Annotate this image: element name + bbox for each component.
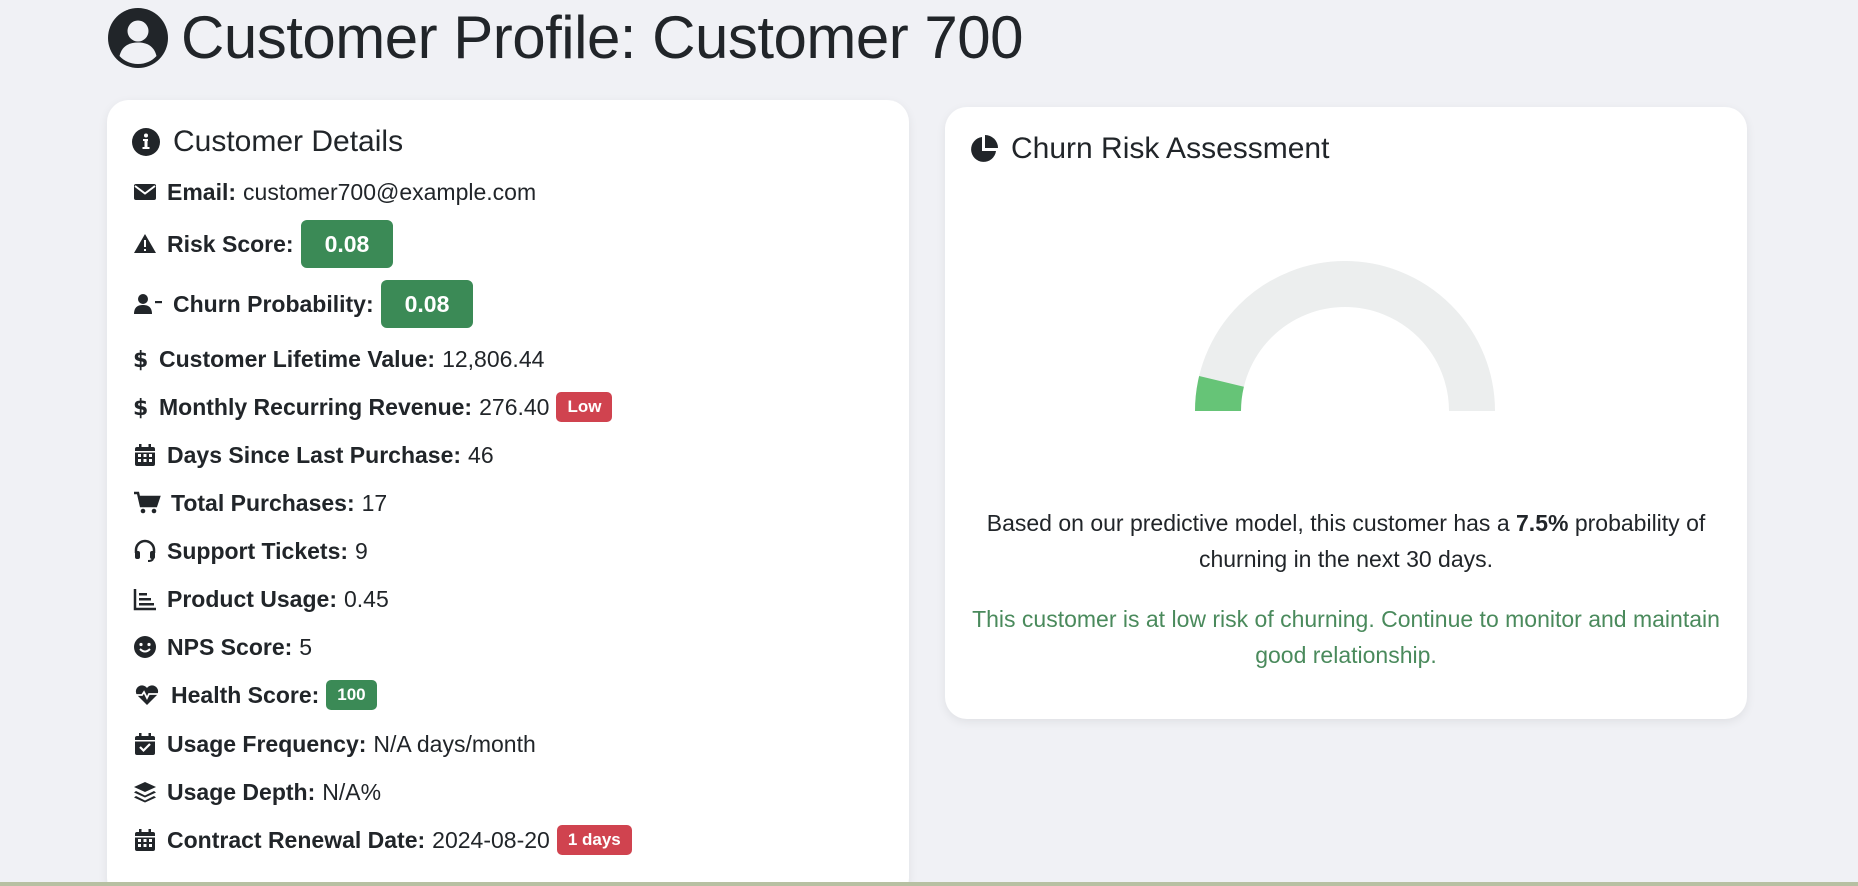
usage-frequency-label: Usage Frequency: (167, 731, 367, 757)
clv-value: 12,806.44 (442, 346, 545, 372)
product-usage-row: Product Usage: 0.45 (131, 584, 389, 614)
pie-chart-icon (971, 135, 998, 162)
email-label: Email: (167, 179, 237, 205)
envelope-icon (131, 179, 159, 205)
health-score-label: Health Score: (171, 682, 320, 708)
page-title: Customer Profile: Customer 700 (181, 4, 1024, 71)
support-tickets-label: Support Tickets: (167, 538, 349, 564)
nps-score-label: NPS Score: (167, 634, 293, 660)
total-purchases-value: 17 (361, 490, 388, 516)
churn-header: Churn Risk Assessment (969, 131, 1329, 167)
gauge-track (1195, 261, 1495, 412)
user-circle-icon (108, 8, 168, 68)
calendar-check-icon (131, 731, 159, 757)
nps-score-value: 5 (299, 634, 313, 660)
bottom-border (0, 882, 1858, 886)
churn-text-prefix: Based on our predictive model, this cust… (986, 510, 1517, 536)
risk-score-row: Risk Score: 0.08 (131, 220, 394, 268)
usage-depth-label: Usage Depth: (167, 779, 316, 805)
svg-text:$: $ (133, 348, 148, 371)
nps-score-row: NPS Score: 5 (131, 632, 312, 662)
churn-advice-text: This customer is at low risk of churning… (972, 606, 1720, 668)
risk-score-badge: 0.08 (300, 220, 394, 268)
usage-depth-row: Usage Depth: N/A% (131, 777, 381, 807)
layers-icon (131, 779, 159, 805)
health-score-row: Health Score: 100 (131, 680, 377, 710)
usage-depth-value: N/A% (322, 779, 382, 805)
gauge-fill (1195, 375, 1245, 412)
details-header: Customer Details (131, 124, 403, 160)
days-since-purchase-label: Days Since Last Purchase: (167, 442, 462, 468)
usage-frequency-value: N/A days/month (373, 731, 536, 757)
churn-probability-label: Churn Probability: (173, 291, 374, 317)
info-circle-icon (132, 128, 160, 156)
mrr-label: Monthly Recurring Revenue: (159, 394, 473, 420)
page-header: Customer Profile: Customer 700 (107, 4, 1024, 71)
email-value: customer700@example.com (243, 179, 537, 205)
dollar-icon: $ (131, 346, 151, 372)
user-minus-icon (131, 291, 165, 317)
details-title: Customer Details (173, 125, 404, 158)
product-usage-label: Product Usage: (167, 586, 337, 612)
days-since-purchase-row: Days Since Last Purchase: 46 (131, 440, 494, 470)
calendar-icon (131, 442, 159, 468)
total-purchases-label: Total Purchases: (171, 490, 355, 516)
renewal-date-label: Contract Renewal Date: (167, 827, 426, 853)
mrr-row: $ Monthly Recurring Revenue: 276.40 Low (131, 392, 613, 422)
risk-score-label: Risk Score: (167, 231, 294, 257)
svg-text:$: $ (133, 396, 148, 419)
renewal-days-badge: 1 days (556, 825, 632, 855)
headset-icon (131, 538, 159, 564)
chart-bar-icon (131, 586, 159, 612)
churn-title: Churn Risk Assessment (1011, 132, 1330, 165)
total-purchases-row: Total Purchases: 17 (131, 488, 387, 518)
churn-probability-text: Based on our predictive model, this cust… (965, 505, 1727, 577)
mrr-level-badge: Low (556, 392, 613, 422)
support-tickets-value: 9 (355, 538, 368, 564)
support-tickets-row: Support Tickets: 9 (131, 536, 368, 566)
calendar-icon (131, 827, 159, 853)
clv-label: Customer Lifetime Value: (159, 346, 436, 372)
smile-icon (131, 634, 159, 660)
clv-row: $ Customer Lifetime Value: 12,806.44 (131, 344, 544, 374)
product-usage-value: 0.45 (343, 586, 389, 612)
churn-gauge (1185, 247, 1505, 417)
customer-details-card: Customer Details Email: customer700@exam… (107, 100, 909, 886)
usage-frequency-row: Usage Frequency: N/A days/month (131, 729, 536, 759)
health-score-badge: 100 (326, 680, 377, 710)
renewal-date-row: Contract Renewal Date: 2024-08-20 1 days (131, 825, 632, 855)
days-since-purchase-value: 46 (468, 442, 494, 468)
mrr-value: 276.40 (479, 394, 550, 420)
renewal-date-value: 2024-08-20 (432, 827, 550, 853)
churn-probability-badge: 0.08 (380, 280, 474, 328)
warning-icon (131, 231, 159, 257)
churn-probability-percent: 7.5% (1516, 510, 1569, 536)
email-row: Email: customer700@example.com (131, 177, 536, 207)
heartbeat-icon (131, 682, 163, 708)
dollar-icon: $ (131, 394, 151, 420)
churn-probability-row: Churn Probability: 0.08 (131, 280, 474, 328)
cart-icon (131, 490, 163, 516)
churn-risk-card: Churn Risk Assessment Based on our predi… (945, 107, 1747, 719)
